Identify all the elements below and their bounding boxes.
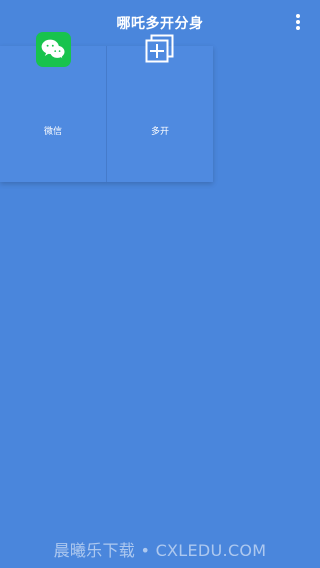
wechat-icon [36, 32, 71, 67]
app-screen: 哪吒多开分身 微信 多开 晨曦乐下载 • CXLEDU.COM [0, 0, 320, 568]
watermark-text: 晨曦乐下载 • CXLEDU.COM [53, 541, 267, 560]
more-menu-icon[interactable] [294, 14, 302, 34]
app-tile-label: 多开 [150, 127, 169, 137]
page-title: 哪吒多开分身 [116, 16, 204, 32]
app-tile-multi-open[interactable]: 多开 [107, 46, 213, 182]
app-grid: 微信 多开 [0, 46, 213, 182]
app-tile-label: 微信 [43, 127, 62, 137]
multi-open-icon [143, 32, 176, 65]
